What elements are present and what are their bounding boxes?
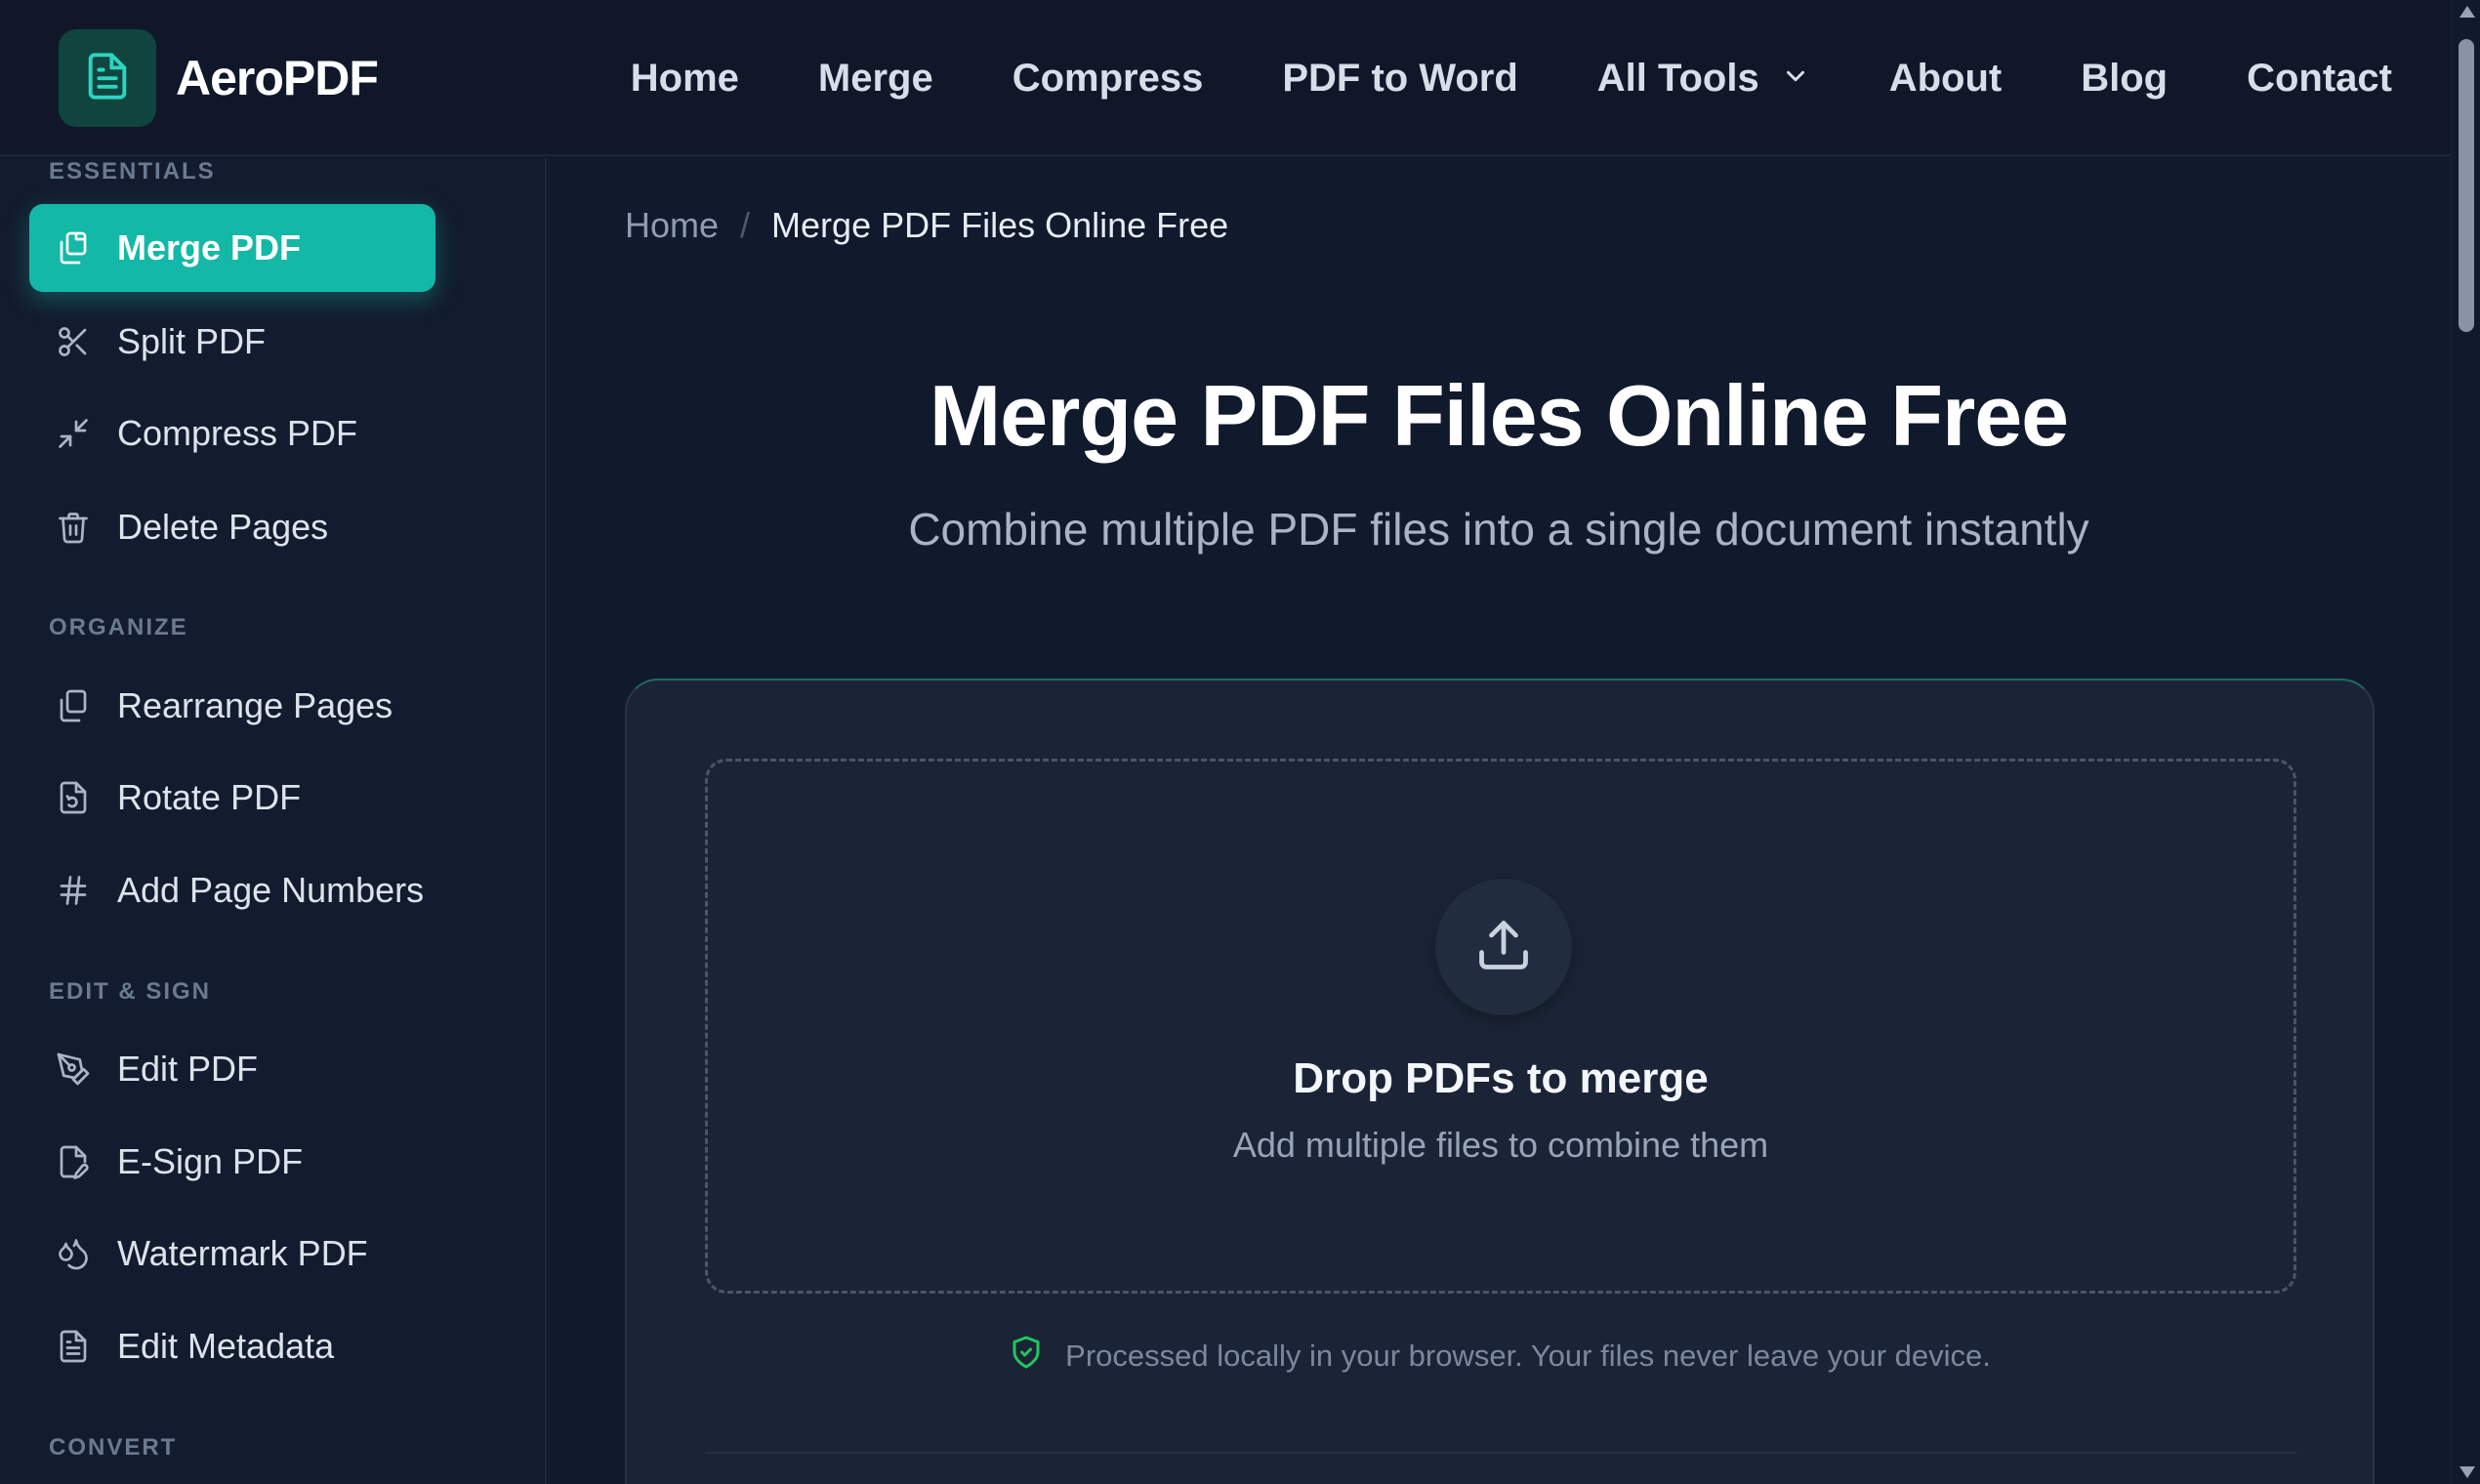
- compress-icon: [55, 415, 92, 452]
- section-label-convert: CONVERT: [49, 1434, 178, 1461]
- main-nav: Home Merge Compress PDF to Word All Tool…: [631, 0, 2392, 156]
- sidebar-item-label: Compress PDF: [117, 413, 358, 453]
- section-label-essentials: ESSENTIALS: [49, 158, 216, 185]
- breadcrumb-separator: /: [740, 205, 751, 245]
- scroll-down-arrow[interactable]: [2459, 1466, 2475, 1478]
- shield-check-icon: [1009, 1335, 1044, 1378]
- sidebar-item-label: Merge PDF: [117, 227, 302, 268]
- nav-home[interactable]: Home: [631, 57, 739, 101]
- nav-pdf-to-word-label: PDF to Word: [1282, 56, 1518, 100]
- privacy-text: Processed locally in your browser. Your …: [1065, 1339, 1991, 1373]
- nav-compress-label: Compress: [1012, 56, 1204, 100]
- breadcrumb-home-link[interactable]: Home: [625, 205, 719, 246]
- sidebar-item-add-page-numbers[interactable]: Add Page Numbers: [29, 846, 435, 934]
- chevron-down-icon: [1781, 57, 1810, 101]
- trash-icon: [55, 509, 92, 546]
- sidebar-item-merge-pdf[interactable]: Merge PDF: [29, 204, 435, 292]
- sidebar-item-rotate-pdf[interactable]: Rotate PDF: [29, 754, 435, 842]
- sidebar-item-label: Delete Pages: [117, 507, 329, 547]
- sidebar-item-delete-pages[interactable]: Delete Pages: [29, 483, 435, 571]
- scissors-icon: [55, 323, 92, 360]
- sidebar-item-split-pdf[interactable]: Split PDF: [29, 298, 435, 386]
- nav-about-label: About: [1888, 56, 2003, 100]
- nav-compress[interactable]: Compress: [1013, 57, 1204, 101]
- sidebar-item-e-sign-pdf[interactable]: E-Sign PDF: [29, 1118, 435, 1206]
- sidebar-item-edit-pdf[interactable]: Edit PDF: [29, 1025, 435, 1113]
- sidebar-item-compress-pdf[interactable]: Compress PDF: [29, 390, 435, 477]
- upload-button[interactable]: [1435, 879, 1572, 1015]
- copy-icon: [55, 687, 92, 724]
- sidebar-item-edit-metadata[interactable]: Edit Metadata: [29, 1302, 435, 1390]
- merge-icon: [55, 229, 92, 267]
- sidebar-item-label: Rotate PDF: [117, 777, 302, 817]
- nav-merge[interactable]: Merge: [818, 57, 933, 101]
- document-icon: [82, 51, 133, 106]
- nav-home-label: Home: [630, 56, 739, 100]
- sidebar-item-watermark-pdf[interactable]: Watermark PDF: [29, 1210, 435, 1298]
- page: AeroPDF Home Merge Compress PDF to Word …: [0, 0, 2480, 1484]
- sidebar-item-label: Split PDF: [117, 321, 267, 361]
- privacy-note: Processed locally in your browser. Your …: [627, 1335, 2373, 1378]
- page-scrollbar[interactable]: [2451, 0, 2480, 1484]
- sidebar-item-label: Edit Metadata: [117, 1326, 335, 1366]
- hash-icon: [55, 872, 92, 909]
- file-text-icon: [55, 1328, 92, 1365]
- sidebar-item-label: Edit PDF: [117, 1049, 259, 1089]
- upload-icon: [1474, 916, 1533, 979]
- sidebar-item-label: Rearrange Pages: [117, 685, 393, 725]
- sidebar-item-label: Add Page Numbers: [117, 870, 425, 910]
- sidebar-item-label: Watermark PDF: [117, 1233, 368, 1273]
- sidebar: ESSENTIALS Merge PDF Split PDF Compress …: [0, 158, 547, 1484]
- logo-badge[interactable]: [59, 29, 156, 127]
- brand-name[interactable]: AeroPDF: [176, 49, 379, 107]
- nav-contact-label: Contact: [2247, 56, 2392, 100]
- sidebar-item-rearrange-pages[interactable]: Rearrange Pages: [29, 662, 435, 750]
- section-label-organize: ORGANIZE: [49, 614, 188, 640]
- pdf-dropzone[interactable]: Drop PDFs to merge Add multiple files to…: [705, 759, 2296, 1294]
- top-header: AeroPDF Home Merge Compress PDF to Word …: [0, 0, 2451, 156]
- nav-pdf-to-word[interactable]: PDF to Word: [1282, 57, 1517, 101]
- sidebar-item-label: E-Sign PDF: [117, 1141, 304, 1181]
- merge-card: Drop PDFs to merge Add multiple files to…: [625, 679, 2375, 1484]
- nav-merge-label: Merge: [817, 56, 933, 100]
- rotate-file-icon: [55, 779, 92, 816]
- nav-about[interactable]: About: [1889, 57, 2003, 101]
- breadcrumb-current: Merge PDF Files Online Free: [771, 205, 1229, 245]
- scrollbar-thumb[interactable]: [2459, 39, 2474, 332]
- dropzone-title: Drop PDFs to merge: [1293, 1054, 1709, 1102]
- scroll-up-arrow[interactable]: [2459, 6, 2475, 18]
- nav-contact[interactable]: Contact: [2247, 57, 2392, 101]
- dropzone-subtitle: Add multiple files to combine them: [1232, 1125, 1769, 1165]
- nav-blog-label: Blog: [2081, 56, 2169, 100]
- droplets-icon: [55, 1235, 92, 1272]
- nav-all-tools-label: All Tools: [1596, 56, 1759, 100]
- page-title: Merge PDF Files Online Free: [929, 367, 2069, 464]
- card-divider: [705, 1452, 2296, 1454]
- nav-all-tools[interactable]: All Tools: [1597, 57, 1810, 101]
- breadcrumb: Home / Merge PDF Files Online Free: [625, 205, 1228, 246]
- page-subtitle: Combine multiple PDF files into a single…: [908, 504, 2089, 555]
- nav-blog[interactable]: Blog: [2081, 57, 2168, 101]
- section-label-edit-sign: EDIT & SIGN: [49, 978, 212, 1005]
- pen-tool-icon: [55, 1051, 92, 1088]
- file-signature-icon: [55, 1143, 92, 1180]
